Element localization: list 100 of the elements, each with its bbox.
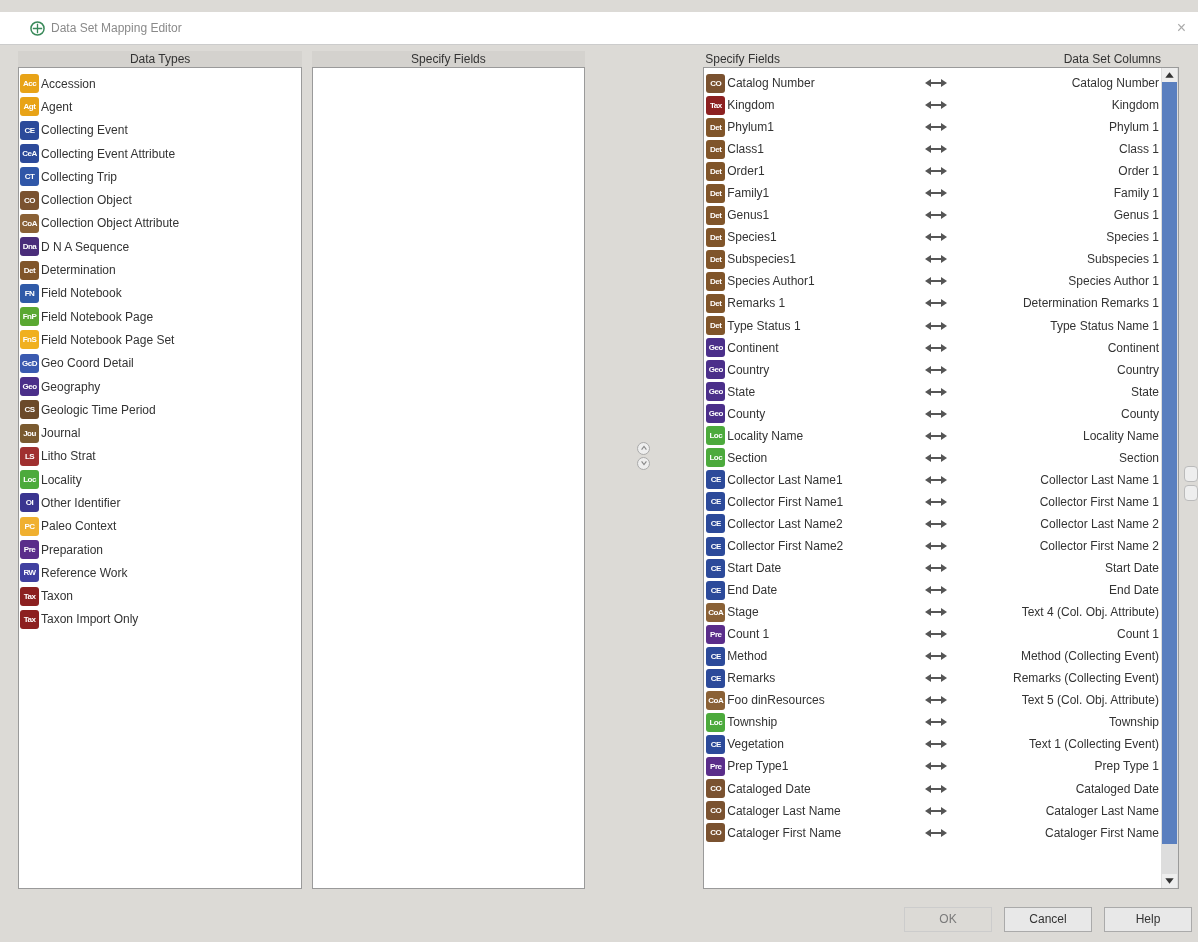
double-arrow-icon (924, 364, 949, 375)
side-handle-icon[interactable] (1184, 466, 1198, 482)
double-arrow-icon (924, 518, 949, 529)
column-name: County (1121, 406, 1159, 421)
scroll-down-icon[interactable] (1162, 874, 1177, 888)
column-name: Collector First Name 2 (1039, 539, 1159, 553)
column-name: Species 1 (1106, 230, 1159, 245)
data-type-item[interactable]: CS Geologic Time Period (19, 398, 302, 422)
data-type-item[interactable]: Acc Accession (19, 72, 302, 96)
data-type-item[interactable]: Pre Preparation (19, 537, 302, 562)
type-abbreviation: Det (706, 227, 726, 247)
field-name: Collector Last Name2 (727, 516, 843, 531)
caret-down-icon (639, 459, 648, 467)
scroll-up-icon[interactable] (1162, 68, 1177, 82)
double-arrow-icon (924, 673, 949, 684)
double-arrow-icon (924, 408, 949, 419)
type-abbreviation: Tax (20, 609, 39, 629)
type-abbreviation: CS (20, 400, 39, 420)
column-name: Count 1 (1117, 627, 1159, 642)
type-abbreviation: Det (20, 260, 39, 280)
data-type-item[interactable]: GcD Geo Coord Detail (19, 351, 302, 375)
field-name: Class1 (727, 142, 764, 157)
data-type-item[interactable]: Det Determination (19, 258, 302, 282)
double-arrow-icon (924, 761, 949, 772)
scrollbar[interactable] (1161, 68, 1178, 888)
field-name: Continent (727, 340, 779, 355)
field-name: Start Date (727, 561, 782, 576)
dialog-button[interactable]: Help (1104, 906, 1192, 932)
double-arrow-icon (924, 783, 949, 794)
field-name: End Date (727, 583, 778, 598)
double-arrow-icon (924, 695, 949, 706)
type-abbreviation: Geo (706, 382, 726, 402)
type-abbreviation: Pre (706, 624, 726, 644)
type-abbreviation: CT (20, 167, 39, 187)
type-abbreviation: Loc (706, 426, 726, 446)
double-arrow-icon (924, 78, 949, 88)
double-arrow-icon (924, 100, 949, 111)
field-name: Type Status 1 (727, 318, 801, 333)
column-name: Collector Last Name 1 (1040, 472, 1159, 487)
data-type-item[interactable]: Dna D N A Sequence (19, 235, 302, 259)
double-arrow-icon (924, 805, 949, 816)
column-name: State (1131, 384, 1159, 399)
type-abbreviation: CE (20, 120, 39, 140)
data-type-item[interactable]: LS Litho Strat (19, 444, 302, 469)
data-type-item[interactable]: FN Field Notebook (19, 281, 302, 305)
move-up-button[interactable] (637, 441, 651, 455)
data-type-item[interactable]: CT Collecting Trip (19, 165, 302, 189)
type-abbreviation: Det (706, 117, 726, 137)
data-type-item[interactable]: Agt Agent (19, 95, 302, 119)
data-type-item[interactable]: Geo Geography (19, 374, 302, 399)
type-abbreviation: CO (706, 779, 726, 798)
data-type-item[interactable]: FnP Field Notebook Page (19, 304, 302, 329)
data-type-item[interactable]: Tax Taxon (19, 584, 302, 608)
data-type-item[interactable]: Tax Taxon Import Only (19, 607, 302, 632)
double-arrow-icon (924, 717, 949, 728)
data-type-item[interactable]: CO Collection Object (19, 188, 302, 212)
field-name: Species Author1 (727, 274, 815, 289)
type-abbreviation: CO (706, 823, 726, 843)
data-type-item[interactable]: FnS Field Notebook Page Set (19, 328, 302, 352)
type-abbreviation: CE (706, 580, 726, 600)
data-type-item[interactable]: PC Paleo Context (19, 514, 302, 538)
column-name: Cataloged Date (1075, 781, 1159, 796)
type-abbreviation: Det (706, 183, 726, 203)
side-handle-icon[interactable] (1184, 485, 1198, 501)
field-name: Remarks (727, 671, 776, 686)
column-name: Cataloger First Name (1044, 825, 1159, 840)
data-type-item[interactable]: Jou Journal (19, 421, 302, 445)
type-abbreviation: CE (706, 558, 726, 578)
double-arrow-icon (924, 430, 949, 441)
field-name: State (727, 384, 756, 399)
data-type-item[interactable]: Loc Locality (19, 468, 302, 492)
move-down-button[interactable] (637, 456, 651, 470)
type-abbreviation: Agt (20, 97, 39, 117)
type-abbreviation: RW (20, 563, 39, 583)
data-type-item[interactable]: CeA Collecting Event Attribute (19, 141, 302, 166)
type-abbreviation: GcD (20, 353, 39, 373)
double-arrow-icon (924, 607, 949, 618)
column-header: Data Types (18, 51, 303, 67)
field-name: Township (727, 715, 778, 730)
type-abbreviation: LS (20, 446, 39, 466)
data-type-item[interactable]: RW Reference Work (19, 561, 302, 585)
field-name: Remarks 1 (727, 296, 786, 311)
double-arrow-icon (924, 386, 949, 397)
type-abbreviation: PC (20, 516, 39, 536)
column-name: Class 1 (1119, 142, 1159, 157)
data-type-item[interactable]: OI Other Identifier (19, 491, 302, 515)
double-arrow-icon (924, 144, 949, 155)
field-name: Stage (727, 605, 759, 620)
type-abbreviation: Loc (20, 470, 39, 490)
data-type-item[interactable]: CoA Collection Object Attribute (19, 211, 302, 236)
column-name: Determination Remarks 1 (1022, 296, 1159, 311)
type-abbreviation: FnS (20, 330, 39, 350)
column-name: Prep Type 1 (1094, 759, 1159, 774)
column-name: Remarks (Collecting Event) (1012, 671, 1159, 686)
field-name: Subspecies1 (727, 252, 796, 267)
dialog-button[interactable]: Cancel (1004, 906, 1092, 932)
column-name: Continent (1107, 340, 1159, 355)
column-header: Specify Fields (705, 51, 780, 67)
field-name: Order1 (727, 164, 765, 179)
data-type-item[interactable]: CE Collecting Event (19, 118, 302, 142)
